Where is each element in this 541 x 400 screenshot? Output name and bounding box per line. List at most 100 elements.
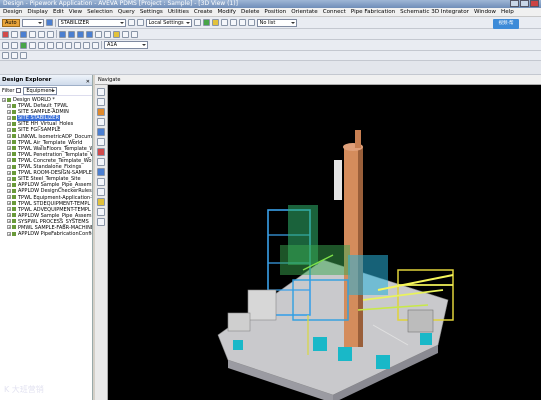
view-iso-icon[interactable] [97,128,105,136]
auto-button[interactable]: Auto [2,18,20,27]
cut-icon[interactable] [2,30,9,38]
menu-item[interactable]: Selection [86,9,114,15]
menu-item[interactable]: Orientate [290,9,319,15]
expand-icon[interactable]: + [7,231,11,236]
view-home-icon[interactable] [97,118,105,126]
pin-icon[interactable]: ✕ [86,77,90,88]
connect-icon[interactable] [20,41,27,49]
view-settings-icon[interactable] [97,218,105,226]
menu-item[interactable]: Create [193,9,214,15]
view-tab[interactable]: Navigate [95,75,541,85]
expand-icon[interactable]: + [7,188,11,193]
expand-icon[interactable]: + [7,213,11,218]
menu-item[interactable]: Query [117,9,136,15]
last-icon[interactable] [86,30,93,38]
axes-icon[interactable] [92,41,99,49]
expand-icon[interactable]: + [7,109,11,114]
rotate-icon[interactable] [38,41,45,49]
undo-icon[interactable] [29,30,36,38]
expand-icon[interactable]: + [7,182,11,187]
expand-icon[interactable]: + [7,146,11,151]
copy-icon[interactable] [11,30,18,38]
filter-combo[interactable]: Equipment [23,86,58,95]
view-zoom-icon[interactable] [97,88,105,96]
walk-icon[interactable] [2,52,9,59]
view-shade-icon[interactable] [97,158,105,166]
maximize-button[interactable] [520,0,529,7]
tree-node[interactable]: + APPLDW PipeFabricationConfig [0,231,92,237]
view-light-icon[interactable] [97,168,105,176]
help-video-button[interactable]: 视频·帮 [493,19,519,29]
fly-icon[interactable] [11,52,18,59]
expand-icon[interactable]: + [7,103,11,108]
align-icon[interactable] [56,41,63,49]
navigate-icon[interactable] [45,19,53,26]
eye-icon[interactable] [20,52,27,59]
menu-item[interactable]: Display [26,9,49,15]
expand-icon[interactable]: + [7,121,11,126]
menu-item[interactable]: Connect [322,9,347,15]
save-icon[interactable] [220,19,228,26]
settings-combo[interactable]: Local Settings [145,18,192,27]
3d-model-canvas[interactable] [108,85,541,400]
first-icon[interactable] [59,30,66,38]
view-pan-icon[interactable] [97,98,105,106]
menu-item[interactable]: Settings [139,9,164,15]
expand-icon[interactable]: + [7,207,11,212]
view-rotate-icon[interactable] [97,108,105,116]
expand-icon[interactable]: + [7,170,11,175]
delete-icon[interactable] [47,30,54,38]
menu-item[interactable]: Utilities [167,9,190,15]
view-clip-icon[interactable] [97,148,105,156]
filter-checkbox[interactable] [16,88,22,93]
menu-item[interactable]: Position [263,9,287,15]
mirror-icon[interactable] [47,41,54,49]
menu-item[interactable]: Pipe Fabrication [350,9,396,15]
expand-icon[interactable]: + [7,219,11,224]
line-icon[interactable] [83,41,90,49]
orient-icon[interactable] [11,41,18,49]
menu-item[interactable]: Edit [52,9,65,15]
refresh-icon[interactable] [193,19,201,26]
mode-combo[interactable] [21,18,44,27]
draw-icon[interactable] [211,19,219,26]
menu-item[interactable]: View [68,9,83,15]
expand-icon[interactable]: + [7,176,11,181]
list-combo[interactable]: No list [256,18,297,27]
position-combo[interactable]: A1A [104,41,148,49]
redo-icon[interactable] [38,30,45,38]
view-walk-icon[interactable] [97,188,105,196]
menu-item[interactable]: Window [473,9,497,15]
prev-icon[interactable] [68,30,75,38]
expand-icon[interactable]: + [7,225,11,230]
owner-icon[interactable] [104,30,111,38]
expand-icon[interactable]: + [7,201,11,206]
expand-icon[interactable]: + [7,195,11,199]
view-camera-icon[interactable] [97,178,105,186]
expand-icon[interactable]: + [7,115,11,120]
menu-item[interactable]: Modify [216,9,237,15]
snap-icon[interactable] [65,41,72,49]
member-icon[interactable] [95,30,102,38]
folder-icon[interactable] [113,30,120,38]
expand-icon[interactable]: + [2,97,6,102]
point-icon[interactable] [74,41,81,49]
next-icon[interactable] [77,30,84,38]
menu-item[interactable]: Schematic 3D Integrator [399,9,470,15]
view-measure-icon[interactable] [97,198,105,206]
filter-icon[interactable] [122,30,129,38]
pen-icon[interactable] [229,19,237,26]
expand-icon[interactable]: + [7,140,11,145]
arrow-icon[interactable] [127,19,135,26]
minimize-button[interactable] [510,0,519,7]
menu-item[interactable]: Design [2,9,23,15]
expand-icon[interactable]: + [7,127,11,132]
paste-icon[interactable] [20,30,27,38]
expand-icon[interactable]: + [7,152,11,157]
position-icon[interactable] [2,41,9,49]
move-icon[interactable] [29,41,36,49]
grid-icon[interactable] [202,19,210,26]
list-icon[interactable] [247,19,255,26]
view-limits-icon[interactable] [97,208,105,216]
close-button[interactable] [530,0,539,7]
